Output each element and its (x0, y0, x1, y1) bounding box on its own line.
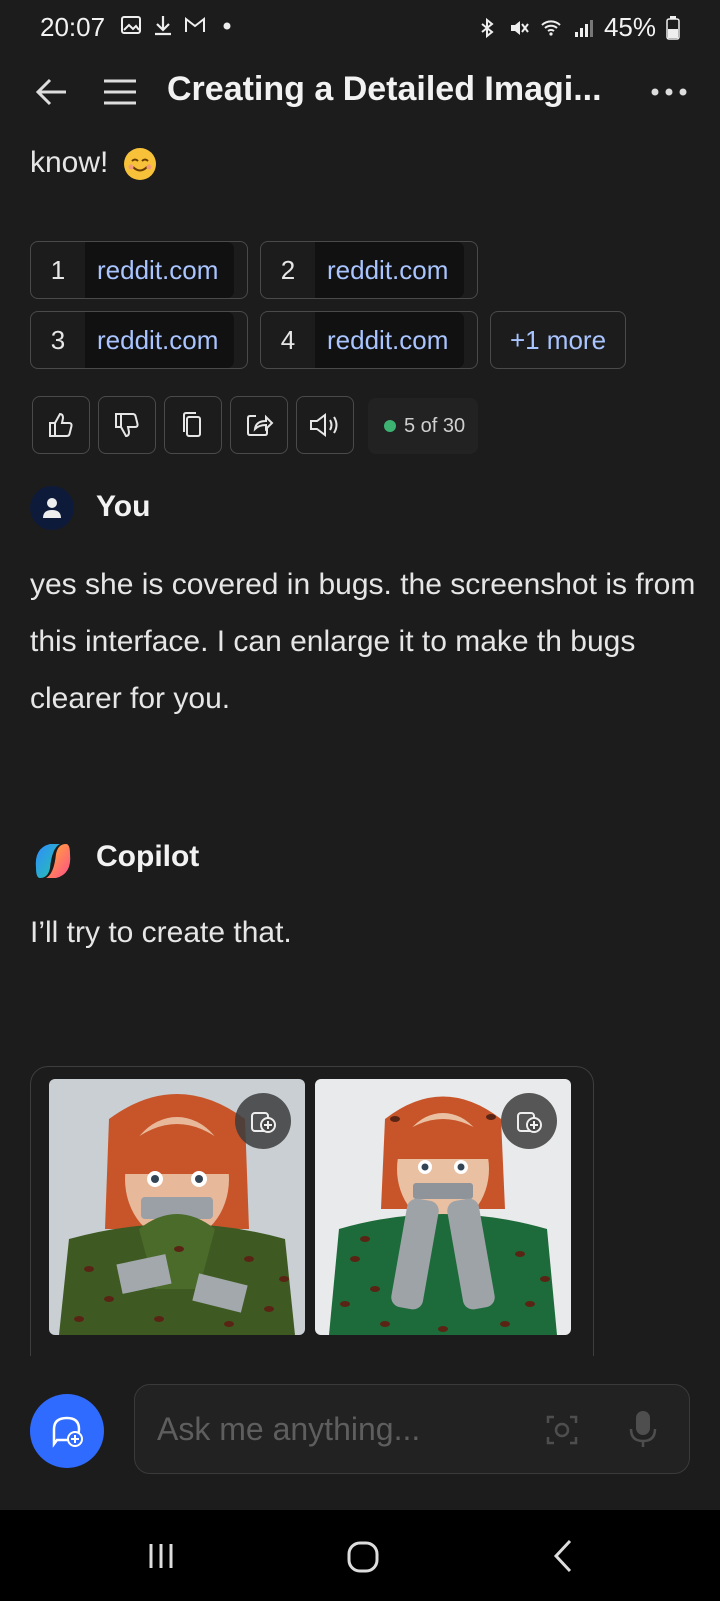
download-icon (155, 16, 171, 36)
copilot-label: Copilot (96, 840, 200, 873)
thumbs-up-icon (49, 412, 73, 437)
user-message: yes she is covered in bugs. the screensh… (30, 568, 696, 715)
gallery-icon (121, 16, 141, 34)
app-header: Creating a Detailed Imagi... (0, 60, 720, 130)
prev-message-tail: know! (30, 146, 157, 181)
user-icon (43, 498, 61, 518)
add-to-collection-button[interactable] (501, 1093, 557, 1149)
conversation-title: Creating a Detailed Imagi... (167, 70, 602, 108)
response-counter: 5 of 30 (368, 398, 478, 454)
home-icon[interactable] (346, 1540, 380, 1574)
message-composer[interactable]: Ask me anything... (134, 1384, 690, 1474)
thumbs-down-icon (115, 413, 139, 438)
back-icon[interactable] (552, 1538, 574, 1574)
microphone-icon[interactable] (627, 1409, 659, 1449)
bluetooth-icon (481, 17, 494, 38)
hamburger-icon[interactable] (100, 72, 140, 112)
user-avatar (30, 486, 74, 530)
dot-icon (223, 22, 231, 30)
camera-scan-icon[interactable] (545, 1413, 579, 1447)
sources-more-button[interactable]: +1 more (490, 311, 626, 369)
battery-icon (666, 15, 680, 40)
recent-apps-icon[interactable] (146, 1540, 176, 1572)
source-number: 2 (280, 254, 296, 285)
source-number: 1 (50, 254, 66, 285)
battery-percent: 45% (603, 12, 656, 42)
source-chip-2[interactable]: 2 reddit.com (260, 241, 478, 299)
read-aloud-button[interactable] (296, 396, 354, 454)
share-icon (247, 414, 274, 436)
counter-text: 5 of 30 (404, 414, 466, 437)
add-to-collection-button[interactable] (235, 1093, 291, 1149)
generated-image-1[interactable] (49, 1079, 305, 1335)
prev-message-text: know! (30, 146, 109, 179)
copilot-logo-icon (35, 844, 71, 878)
copy-button[interactable] (164, 396, 222, 454)
add-to-collection-icon (517, 1112, 542, 1133)
user-label: You (96, 490, 151, 523)
thumbs-down-button[interactable] (98, 396, 156, 454)
status-dot (384, 420, 396, 432)
mute-icon (510, 20, 529, 35)
source-site: reddit.com (85, 242, 235, 298)
signal-icon (574, 19, 593, 37)
status-right: 45% (476, 12, 680, 43)
generated-image-2[interactable] (315, 1079, 571, 1335)
source-chip-4[interactable]: 4 reddit.com (260, 311, 478, 369)
gmail-icon (185, 16, 205, 32)
status-time: 20:07 (40, 12, 106, 42)
source-site: reddit.com (85, 312, 235, 368)
copy-icon (183, 412, 201, 437)
smiling-face-icon (123, 148, 156, 181)
new-chat-button[interactable] (30, 1394, 104, 1468)
speaker-icon (310, 413, 338, 437)
thumbs-up-button[interactable] (32, 396, 90, 454)
source-number: 4 (280, 324, 296, 355)
status-bar: 20:07 45% (0, 0, 720, 56)
generated-images-card (30, 1066, 594, 1356)
new-chat-icon (52, 1416, 83, 1448)
more-horizontal-icon[interactable] (645, 72, 695, 112)
add-to-collection-icon (251, 1112, 276, 1133)
source-chip-1[interactable]: 1 reddit.com (30, 241, 248, 299)
composer-placeholder: Ask me anything... (157, 1411, 421, 1447)
source-site: reddit.com (315, 242, 465, 298)
source-chip-3[interactable]: 3 reddit.com (30, 311, 248, 369)
wifi-icon (541, 19, 561, 36)
share-button[interactable] (230, 396, 288, 454)
source-number: 3 (50, 324, 66, 355)
copilot-message: I’ll try to create that. (30, 916, 292, 949)
source-site: reddit.com (315, 312, 465, 368)
system-nav-bar (0, 1510, 720, 1601)
arrow-left-icon[interactable] (32, 72, 72, 112)
status-left-icons (120, 14, 238, 36)
